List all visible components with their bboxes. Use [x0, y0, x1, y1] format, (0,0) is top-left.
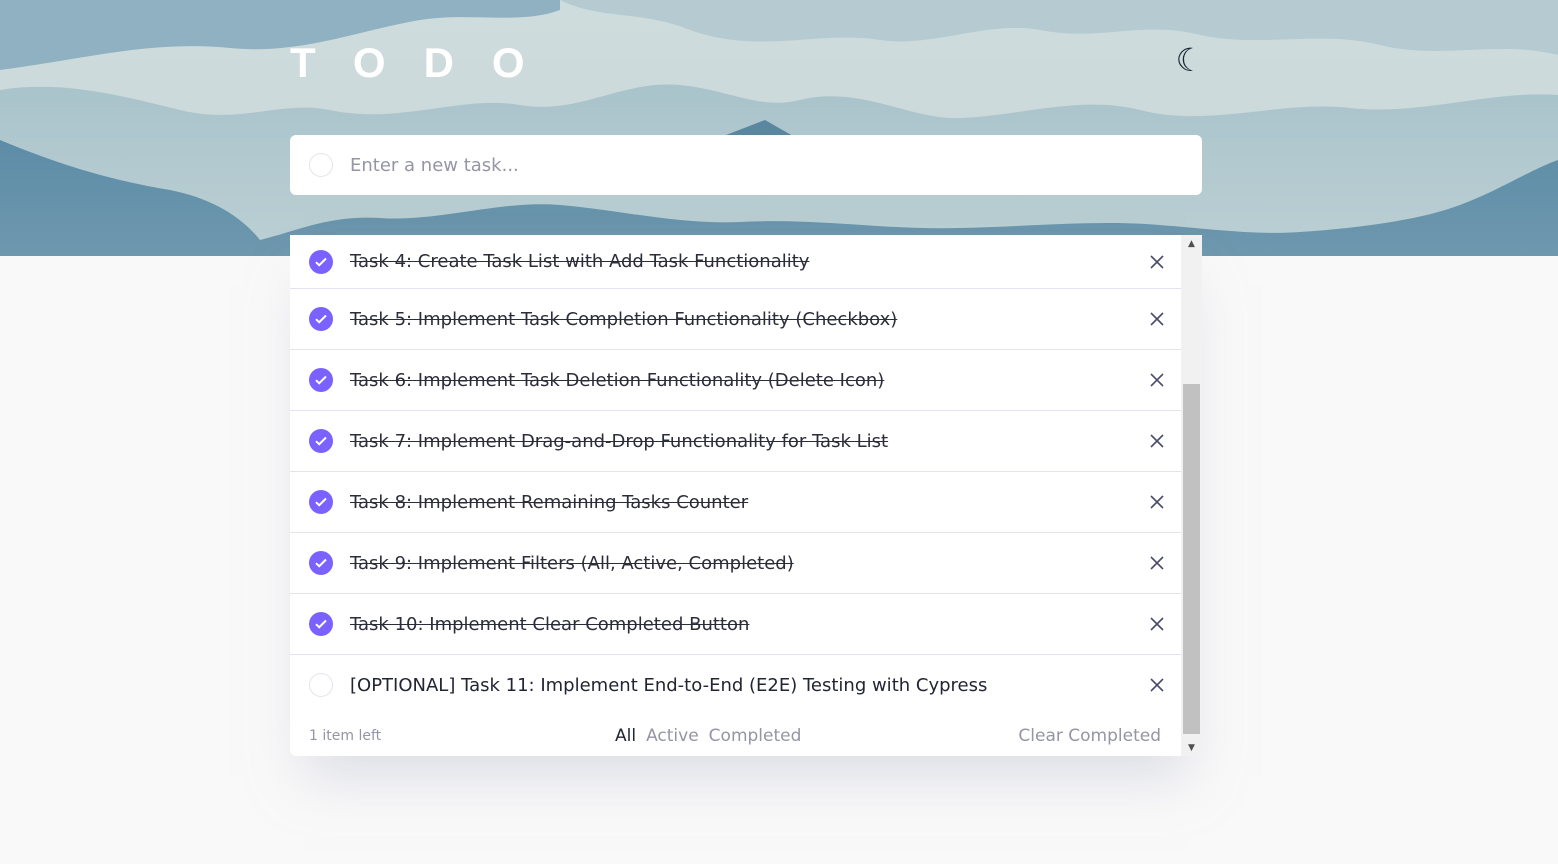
app-title: TODO: [290, 39, 563, 86]
task-list: Task 4: Create Task List with Add Task F…: [290, 235, 1181, 715]
task-item[interactable]: [OPTIONAL] Task 11: Implement End-to-End…: [290, 655, 1181, 715]
filter-group: All Active Completed: [615, 726, 801, 746]
task-text: [OPTIONAL] Task 11: Implement End-to-End…: [350, 674, 988, 696]
task-item[interactable]: Task 7: Implement Drag-and-Drop Function…: [290, 411, 1181, 472]
delete-task-close-icon[interactable]: [1147, 553, 1167, 573]
list-footer: 1 item left All Active Completed Clear C…: [290, 715, 1181, 756]
task-text: Task 4: Create Task List with Add Task F…: [350, 251, 810, 272]
clear-completed-button[interactable]: Clear Completed: [1018, 726, 1161, 746]
task-text: Task 7: Implement Drag-and-Drop Function…: [350, 430, 889, 452]
scrollbar[interactable]: ▲ ▼: [1181, 235, 1202, 756]
filter-completed[interactable]: Completed: [709, 726, 802, 746]
task-item[interactable]: Task 6: Implement Task Deletion Function…: [290, 350, 1181, 411]
new-task-bar: [290, 135, 1202, 195]
filter-active[interactable]: Active: [646, 726, 699, 746]
task-item[interactable]: Task 8: Implement Remaining Tasks Counte…: [290, 472, 1181, 533]
checked-checkbox-icon[interactable]: [309, 551, 333, 575]
filter-all[interactable]: All: [615, 726, 636, 746]
task-text: Task 8: Implement Remaining Tasks Counte…: [350, 491, 749, 513]
checked-checkbox-icon[interactable]: [309, 429, 333, 453]
checked-checkbox-icon[interactable]: [309, 612, 333, 636]
checked-checkbox-icon[interactable]: [309, 490, 333, 514]
checked-checkbox-icon[interactable]: [309, 249, 333, 274]
delete-task-close-icon[interactable]: [1147, 614, 1167, 634]
delete-task-close-icon[interactable]: [1147, 492, 1167, 512]
new-task-checkbox-icon[interactable]: [309, 153, 333, 177]
checked-checkbox-icon[interactable]: [309, 307, 333, 331]
task-text: Task 10: Implement Clear Completed Butto…: [350, 613, 750, 635]
task-item[interactable]: Task 10: Implement Clear Completed Butto…: [290, 594, 1181, 655]
mountain-background-image: [0, 0, 1558, 256]
theme-toggle-moon-icon[interactable]: ☾: [1172, 40, 1208, 80]
scrollbar-thumb[interactable]: [1183, 384, 1200, 734]
delete-task-close-icon[interactable]: [1147, 252, 1167, 272]
scroll-up-arrow-icon[interactable]: ▲: [1181, 235, 1202, 252]
new-task-input[interactable]: [350, 145, 1150, 185]
task-text: Task 5: Implement Task Completion Functi…: [350, 308, 898, 330]
task-item[interactable]: Task 4: Create Task List with Add Task F…: [290, 235, 1181, 289]
task-list-panel: Task 4: Create Task List with Add Task F…: [290, 235, 1202, 756]
delete-task-close-icon[interactable]: [1147, 309, 1167, 329]
task-item[interactable]: Task 9: Implement Filters (All, Active, …: [290, 533, 1181, 594]
header-background: [0, 0, 1558, 256]
task-text: Task 6: Implement Task Deletion Function…: [350, 369, 885, 391]
task-item[interactable]: Task 5: Implement Task Completion Functi…: [290, 289, 1181, 350]
task-text: Task 9: Implement Filters (All, Active, …: [350, 552, 794, 574]
delete-task-close-icon[interactable]: [1147, 431, 1167, 451]
delete-task-close-icon[interactable]: [1147, 675, 1167, 695]
checked-checkbox-icon[interactable]: [309, 368, 333, 392]
items-left-counter: 1 item left: [309, 727, 382, 744]
unchecked-checkbox-icon[interactable]: [309, 673, 333, 697]
scroll-down-arrow-icon[interactable]: ▼: [1181, 739, 1202, 756]
delete-task-close-icon[interactable]: [1147, 370, 1167, 390]
